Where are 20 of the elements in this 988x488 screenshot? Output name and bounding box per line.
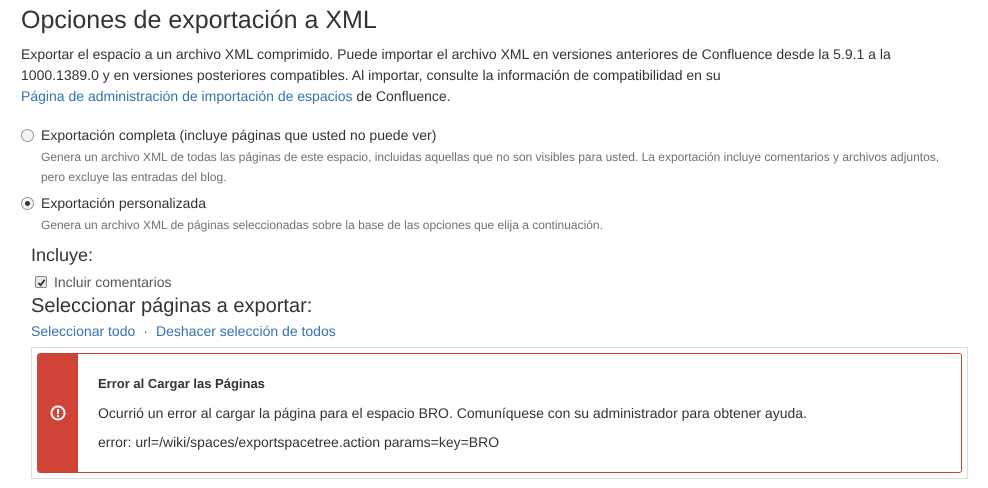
link-separator: · xyxy=(143,322,148,341)
radio-button[interactable] xyxy=(21,128,34,142)
select-all-link[interactable]: Seleccionar todo xyxy=(31,321,136,341)
intro-paragraph: Exportar el espacio a un archivo XML comprimido. Puede importar el archivo XML en versiones anteriores de Confluence desde la 5.9.1 a la 1000.1389.0 y en versiones posteriores compatibles. Al importar, consulte la información de compatibilidad en su Página de administración de importación de espacios de Confluence. xyxy=(21,45,892,106)
admin-link[interactable]: Página de administración de importación de espacios xyxy=(21,88,353,104)
page-title: Opciones de exportación a XML xyxy=(21,5,378,36)
error-detail: error: url=/wiki/spaces/exportspacetree.action params=key=BRO xyxy=(98,433,500,452)
option-description: Genera un archivo XML de páginas seleccionadas sobre la base de las opciones que elija a continuación. xyxy=(41,217,604,234)
error-text: Ocurrió un error al cargar la página para el espacio BRO. Comuníquese con su administrador para obtener ayuda. xyxy=(98,404,807,423)
section-heading: Incluye: xyxy=(31,244,94,267)
checkbox-label: Incluir comentarios xyxy=(54,273,172,291)
option-description: Genera un archivo XML de todas las páginas de este espacio, incluidas aquellas que no son visibles para usted. La exportación incluye comentarios y archivos adjuntos, pero excluye las entradas del blog. xyxy=(41,149,940,186)
deselect-all-link[interactable]: Deshacer selección de todos xyxy=(156,321,336,341)
checkbox[interactable] xyxy=(35,276,47,288)
option-label: Exportación personalizada xyxy=(41,194,206,213)
option-label: Exportación completa (incluye páginas que usted no puede ver) xyxy=(41,126,436,145)
error-icon xyxy=(50,405,66,421)
radio-button[interactable] xyxy=(21,196,34,210)
error-title: Error al Cargar las Páginas xyxy=(98,375,266,393)
section-heading: Seleccionar páginas a exportar: xyxy=(31,294,314,319)
